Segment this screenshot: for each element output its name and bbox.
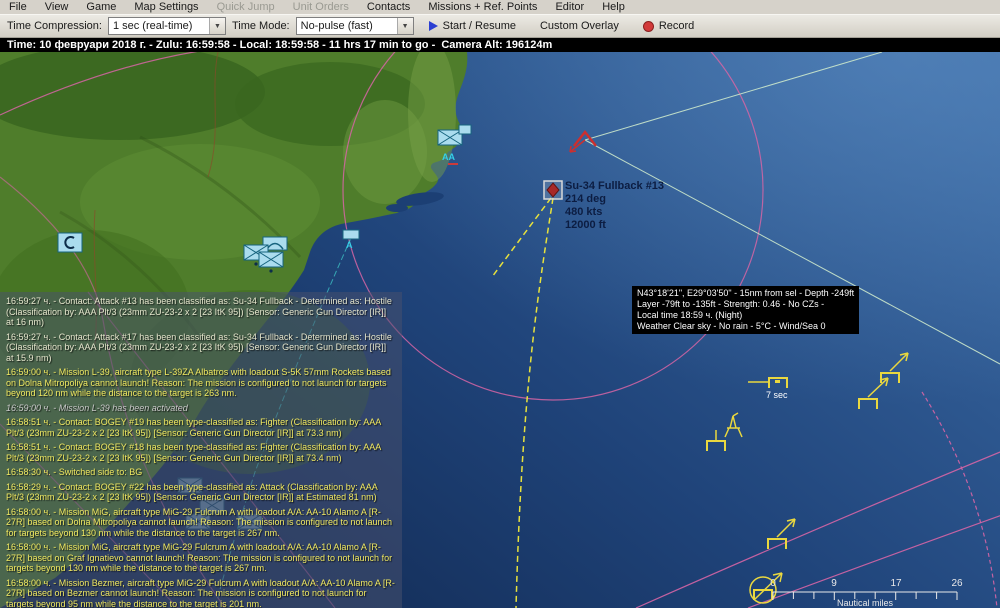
time-compression-value: 1 sec (real-time) <box>113 20 192 32</box>
ground-unit-icon[interactable] <box>343 230 359 239</box>
selected-unit-icon[interactable] <box>544 181 562 199</box>
cursor-position-line: N43°18'21", E29°03'50" - 15nm from sel -… <box>637 288 854 299</box>
custom-overlay-label: Custom Overlay <box>540 20 619 32</box>
chevron-down-icon[interactable]: ▼ <box>209 18 225 34</box>
platform-icon[interactable] <box>725 413 742 437</box>
menu-unit-orders: Unit Orders <box>284 1 358 13</box>
cursor-info-box: N43°18'21", E29°03'50" - 15nm from sel -… <box>632 286 859 334</box>
menu-game[interactable]: Game <box>77 1 125 13</box>
log-entry: 16:59:27 ч. - Contact: Attack #13 has be… <box>6 296 396 328</box>
scale-tick-26: 26 <box>951 578 963 589</box>
unit-name: Su-34 Fullback #13 <box>565 180 664 193</box>
selected-unit-datablock: Su-34 Fullback #13 214 deg 480 kts 12000… <box>565 180 664 232</box>
menu-bar: File View Game Map Settings Quick Jump U… <box>0 0 1000 14</box>
scale-bar: 0 9 17 26 Nautical miles <box>770 578 963 608</box>
scale-unit-label: Nautical miles <box>837 598 894 608</box>
cursor-localtime-line: Local time 18:59 ч. (Night) <box>637 310 854 321</box>
ground-unit-icon[interactable] <box>459 125 471 134</box>
a-unit-label: A <box>346 240 353 250</box>
play-icon <box>429 21 438 31</box>
unit-dot <box>269 269 272 272</box>
unit-dot <box>254 262 257 265</box>
cursor-layer-line: Layer -79ft to -135ft - Strength: 0.46 -… <box>637 299 854 310</box>
time-mode-label: Time Mode: <box>232 20 290 32</box>
air-contact-icon[interactable] <box>859 378 888 409</box>
record-icon <box>643 21 654 32</box>
unit-course: 214 deg <box>565 193 664 206</box>
menu-editor[interactable]: Editor <box>546 1 593 13</box>
menu-file[interactable]: File <box>0 1 36 13</box>
log-entry: 16:58:51 ч. - Contact: BOGEY #18 has bee… <box>6 442 396 463</box>
highlighted-contact-icon[interactable] <box>750 573 782 603</box>
record-label: Record <box>659 20 694 32</box>
time-compression-select[interactable]: 1 sec (real-time) ▼ <box>108 17 226 35</box>
time-status-bar: Time: 10 февруари 2018 г. - Zulu: 16:59:… <box>0 38 1000 52</box>
menu-help[interactable]: Help <box>593 1 634 13</box>
scale-tick-17: 17 <box>890 578 902 589</box>
time-mode-value: No-pulse (fast) <box>301 20 373 32</box>
chevron-down-icon[interactable]: ▼ <box>397 18 413 34</box>
custom-overlay-button[interactable]: Custom Overlay <box>531 18 628 34</box>
time-status-text: Time: 10 февруари 2018 г. - Zulu: 16:59:… <box>7 39 552 51</box>
time-mode-select[interactable]: No-pulse (fast) ▼ <box>296 17 414 35</box>
hostile-contact-icon[interactable] <box>570 132 596 152</box>
record-button[interactable]: Record <box>634 18 703 34</box>
aa-unit-label: AA <box>442 152 455 162</box>
log-entry: 16:58:00 ч. - Mission MiG, aircraft type… <box>6 542 396 574</box>
menu-missions-ref-points[interactable]: Missions + Ref. Points <box>419 1 546 13</box>
route-line <box>492 198 553 608</box>
menu-map-settings[interactable]: Map Settings <box>125 1 207 13</box>
scale-tick-0: 0 <box>770 578 776 589</box>
menu-contacts[interactable]: Contacts <box>358 1 419 13</box>
log-entry: 16:59:00 ч. - Mission L-39 has been acti… <box>6 403 396 414</box>
air-defense-unit-icon[interactable] <box>438 130 462 145</box>
log-entry: 16:58:30 ч. - Switched side to: BG <box>6 467 396 478</box>
time-compression-label: Time Compression: <box>7 20 102 32</box>
menu-view[interactable]: View <box>36 1 78 13</box>
scale-tick-9: 9 <box>831 578 837 589</box>
cursor-weather-line: Weather Clear sky - No rain - 5°C - Wind… <box>637 321 854 332</box>
toolbar: Time Compression: 1 sec (real-time) ▼ Ti… <box>0 14 1000 38</box>
start-resume-button[interactable]: Start / Resume <box>420 18 525 34</box>
unit-altitude: 12000 ft <box>565 219 664 232</box>
log-entry: 16:59:00 ч. - Mission L-39, aircraft typ… <box>6 367 396 399</box>
log-entry: 16:58:51 ч. - Contact: BOGEY #19 has bee… <box>6 417 396 438</box>
log-entry: 16:59:27 ч. - Contact: Attack #17 has be… <box>6 332 396 364</box>
log-entry: 16:58:29 ч. - Contact: BOGEY #22 has bee… <box>6 482 396 503</box>
log-entry: 16:58:00 ч. - Mission MiG, aircraft type… <box>6 507 396 539</box>
message-log[interactable]: 16:59:27 ч. - Contact: Attack #13 has be… <box>0 292 402 608</box>
log-entry: 16:58:00 ч. - Mission Bezmer, aircraft t… <box>6 578 396 608</box>
yellow-contacts <box>707 353 908 603</box>
air-contact-icon[interactable] <box>748 378 787 388</box>
unit-speed: 480 kts <box>565 206 664 219</box>
facility-icon[interactable] <box>58 233 82 252</box>
start-resume-label: Start / Resume <box>443 20 516 32</box>
menu-quick-jump: Quick Jump <box>208 1 284 13</box>
air-contact-icon[interactable] <box>707 430 725 451</box>
ground-unit-icon[interactable] <box>259 252 283 267</box>
time-to-waypoint-label: 7 sec <box>766 390 788 400</box>
